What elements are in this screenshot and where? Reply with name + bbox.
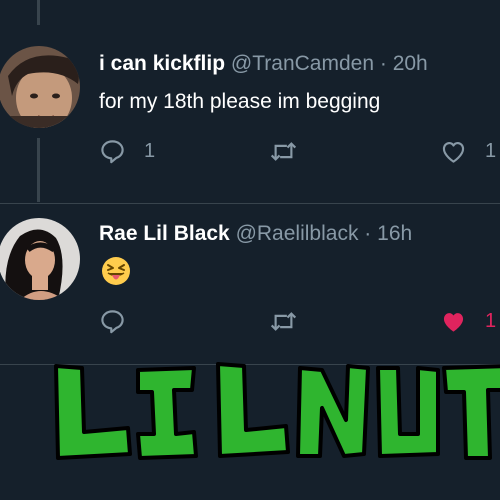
tweet-text: for my 18th please im begging (99, 90, 381, 113)
display-name[interactable]: Rae Lil Black (99, 222, 230, 245)
avatar[interactable] (0, 218, 80, 300)
retweet-icon (270, 141, 297, 161)
heart-filled-icon (443, 312, 464, 332)
reply-icon (101, 309, 124, 333)
timestamp[interactable]: 16h (377, 222, 412, 245)
tweet-actions: 1 (99, 306, 500, 336)
tweet-actions: 1 1 (99, 136, 500, 166)
like-count: 1 (485, 309, 497, 332)
handle[interactable]: @TranCamden (231, 52, 374, 75)
avatar-image (0, 218, 80, 300)
handle[interactable]: @Raelilblack (236, 222, 359, 245)
like-count: 1 (485, 139, 497, 162)
separator: · (364, 222, 372, 245)
display-name[interactable]: i can kickflip (99, 52, 225, 75)
tweet-header: i can kickflip @TranCamden · 20h (99, 52, 428, 76)
caption-lettering (54, 362, 500, 460)
like-button[interactable]: 1 (440, 136, 496, 166)
retweet-icon (270, 311, 297, 331)
reply-button[interactable]: 1 (99, 136, 155, 166)
tweet-1[interactable]: i can kickflip @TranCamden · 20h for my … (0, 0, 500, 200)
tweet-2[interactable]: Rae Lil Black @Raelilblack · 16h 1 (0, 204, 500, 364)
like-button[interactable]: 1 (440, 306, 496, 336)
timestamp[interactable]: 20h (393, 52, 428, 75)
reply-count: 1 (144, 139, 156, 162)
avatar-image (0, 46, 80, 128)
squinting-face-with-tongue-icon (101, 256, 131, 286)
caption-overlay (42, 360, 500, 470)
retweet-button[interactable] (270, 306, 315, 336)
tweet-header: Rae Lil Black @Raelilblack · 16h (99, 222, 412, 246)
avatar[interactable] (0, 46, 80, 128)
reply-icon (101, 139, 124, 163)
retweet-button[interactable] (270, 136, 315, 166)
reply-button[interactable] (99, 306, 144, 336)
heart-icon (442, 141, 465, 163)
separator: · (379, 52, 387, 75)
